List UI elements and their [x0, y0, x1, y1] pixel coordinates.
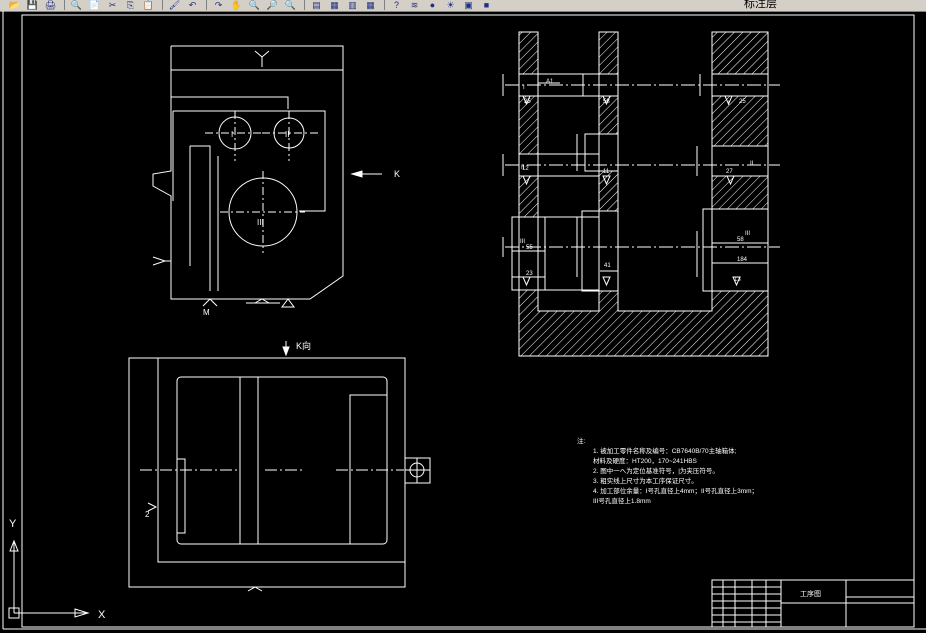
dim-58b: 58: [603, 99, 610, 105]
save-icon[interactable]: 💾: [26, 0, 39, 10]
section-roman-3a: III: [520, 239, 525, 245]
dim-27: 27: [726, 169, 733, 175]
note-line-5: 4. 加工部位余量：I号孔直径上4mm；II号孔直径上3mm；: [593, 486, 758, 495]
bulb-icon[interactable]: ●: [426, 0, 439, 10]
note-line-3: 2. 图中一へ为定位基准符号，|为夹压符号。: [593, 466, 719, 475]
ucs-x-label: X: [98, 609, 106, 621]
zoom-previous-icon[interactable]: 🔍: [284, 0, 297, 10]
undo-icon[interactable]: ↶: [186, 0, 199, 10]
toolbar-separator: [206, 0, 207, 10]
sun-icon[interactable]: ☀: [444, 0, 457, 10]
notes-heading: 注:: [577, 436, 586, 445]
help-icon[interactable]: ?: [390, 0, 403, 10]
cut-icon[interactable]: ✂: [106, 0, 119, 10]
drawing-canvas[interactable]: K I II III M K向 2 A1 I I II II III III 5…: [0, 11, 926, 633]
k-view: [128, 341, 431, 592]
note-line-4: 3. 粗实线上尺寸为本工序保证尺寸。: [593, 476, 698, 485]
sheet-border: [21, 14, 915, 628]
pan-icon[interactable]: ✋: [230, 0, 243, 10]
label-k-view: K向: [296, 340, 311, 351]
publish-icon[interactable]: 📄: [88, 0, 101, 10]
label-m: M: [203, 308, 210, 317]
layer-name-label: 标注层: [744, 0, 777, 10]
toolbar-separator: [64, 0, 65, 10]
dim-13: 13: [734, 277, 741, 283]
properties-icon[interactable]: ▤: [310, 0, 323, 10]
note-line-2: 材料及硬度：HT200，170~241HBS: [593, 456, 698, 465]
plot-preview-icon[interactable]: 🔍: [70, 0, 83, 10]
tool-palette-icon[interactable]: ▥: [346, 0, 359, 10]
dim-12: 12: [522, 166, 529, 172]
label-a1: A1: [546, 79, 554, 85]
paste-icon[interactable]: 📋: [142, 0, 155, 10]
ucs-y-label: Y: [9, 518, 17, 530]
open-icon[interactable]: 📂: [8, 0, 21, 10]
label-roman-2: II: [285, 130, 289, 139]
dim-35: 35: [524, 99, 531, 105]
lock-icon[interactable]: ▣: [462, 0, 475, 10]
print-icon[interactable]: 🖨: [44, 0, 57, 10]
label-roman-3: III: [257, 218, 264, 227]
section-roman-3b: III: [745, 231, 750, 237]
dim-58a: 58: [737, 237, 744, 243]
title-block-text: 工序图: [800, 589, 821, 598]
copy-icon[interactable]: ⎘: [124, 0, 137, 10]
dim-184: 184: [737, 257, 748, 263]
label-roman-1: I: [231, 130, 233, 139]
toolbar-separator: [384, 0, 385, 10]
dim-55: 55: [526, 245, 533, 251]
label-2: 2: [145, 510, 150, 519]
dim-11: 11: [603, 169, 610, 175]
match-prop-icon[interactable]: 🖌: [168, 0, 181, 10]
dim-41: 41: [604, 263, 611, 269]
dim-23: 23: [526, 271, 533, 277]
layer-dropdown[interactable]: 标注层: [744, 0, 777, 10]
note-line-6: III号孔直径上1.8mm: [593, 496, 651, 505]
section-view: [502, 31, 780, 357]
note-line-1: 1. 被加工零件名称及编号：CB7640B/70主轴箱体;: [593, 446, 737, 455]
calculator-icon[interactable]: ▦: [364, 0, 377, 10]
section-roman-2b: II: [750, 161, 754, 167]
title-block: [711, 579, 915, 628]
layer-manager-icon[interactable]: ≋: [408, 0, 421, 10]
dim-25: 25: [739, 99, 746, 105]
toolbar-separator: [162, 0, 163, 10]
ucs-icon: [8, 539, 90, 619]
color-swatch-icon[interactable]: ■: [480, 0, 493, 10]
toolbar-separator: [304, 0, 305, 10]
label-k: K: [394, 169, 400, 179]
zoom-window-icon[interactable]: 🔎: [266, 0, 279, 10]
technical-notes: 注: 1. 被加工零件名称及编号：CB7640B/70主轴箱体; 材料及硬度：H…: [577, 436, 758, 505]
design-center-icon[interactable]: ▦: [328, 0, 341, 10]
redo-icon[interactable]: ↷: [212, 0, 225, 10]
front-view: [152, 45, 382, 308]
zoom-realtime-icon[interactable]: 🔍: [248, 0, 261, 10]
